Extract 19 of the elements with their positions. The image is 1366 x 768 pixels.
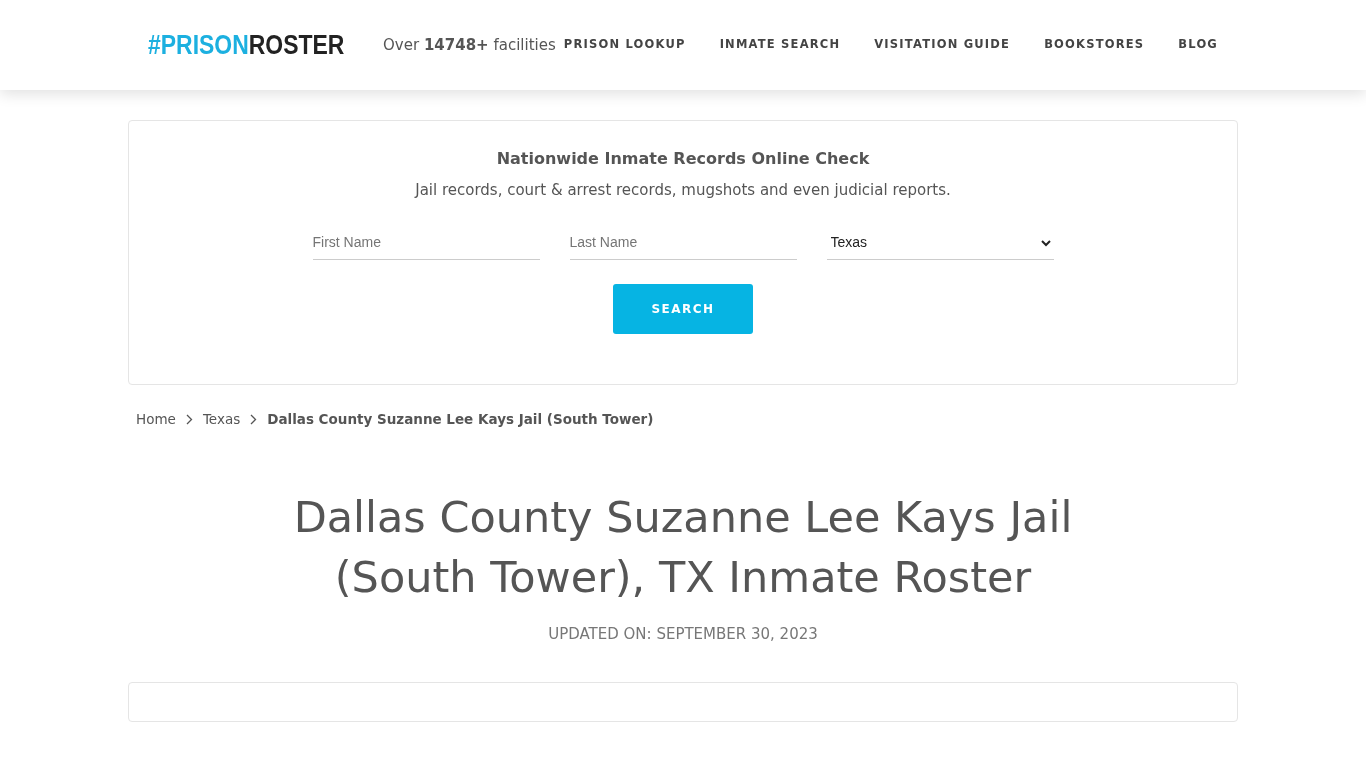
nav-link[interactable]: BOOKSTORES (1044, 36, 1145, 54)
state-select[interactable]: Texas (826, 225, 1054, 260)
chevron-icon (250, 413, 258, 425)
nav-link[interactable]: PRISON LOOKUP (563, 36, 686, 54)
facilities-count: Over 14748+ facilities (383, 34, 556, 56)
chevron-icon (185, 413, 193, 425)
page-title: Dallas County Suzanne Lee Kays Jail (South Tower), TX Inmate Roster (292, 491, 1074, 605)
breadcrumb-link[interactable]: Dallas County Suzanne Lee Kays Jail (South Tower) (267, 409, 654, 430)
breadcrumb-link[interactable]: Home (136, 409, 176, 430)
first-name-field[interactable]: First Name (312, 225, 540, 260)
breadcrumb-link[interactable]: Texas (202, 409, 241, 430)
card-title: Nationwide Inmate Records Online Check (496, 148, 870, 170)
last-name-field[interactable]: Last Name (569, 225, 797, 260)
updated-date: UPDATED ON: SEPTEMBER 30, 2023 (547, 624, 819, 646)
nav-link[interactable]: VISITATION GUIDE (874, 36, 1011, 54)
site-logo[interactable]: #PRISONROSTER (148, 31, 345, 59)
nav-link[interactable]: BLOG (1178, 36, 1218, 54)
card-subtitle: Jail records, court & arrest records, mugshots and even judicial reports. (415, 180, 951, 201)
nav-link[interactable]: INMATE SEARCH (719, 36, 841, 54)
